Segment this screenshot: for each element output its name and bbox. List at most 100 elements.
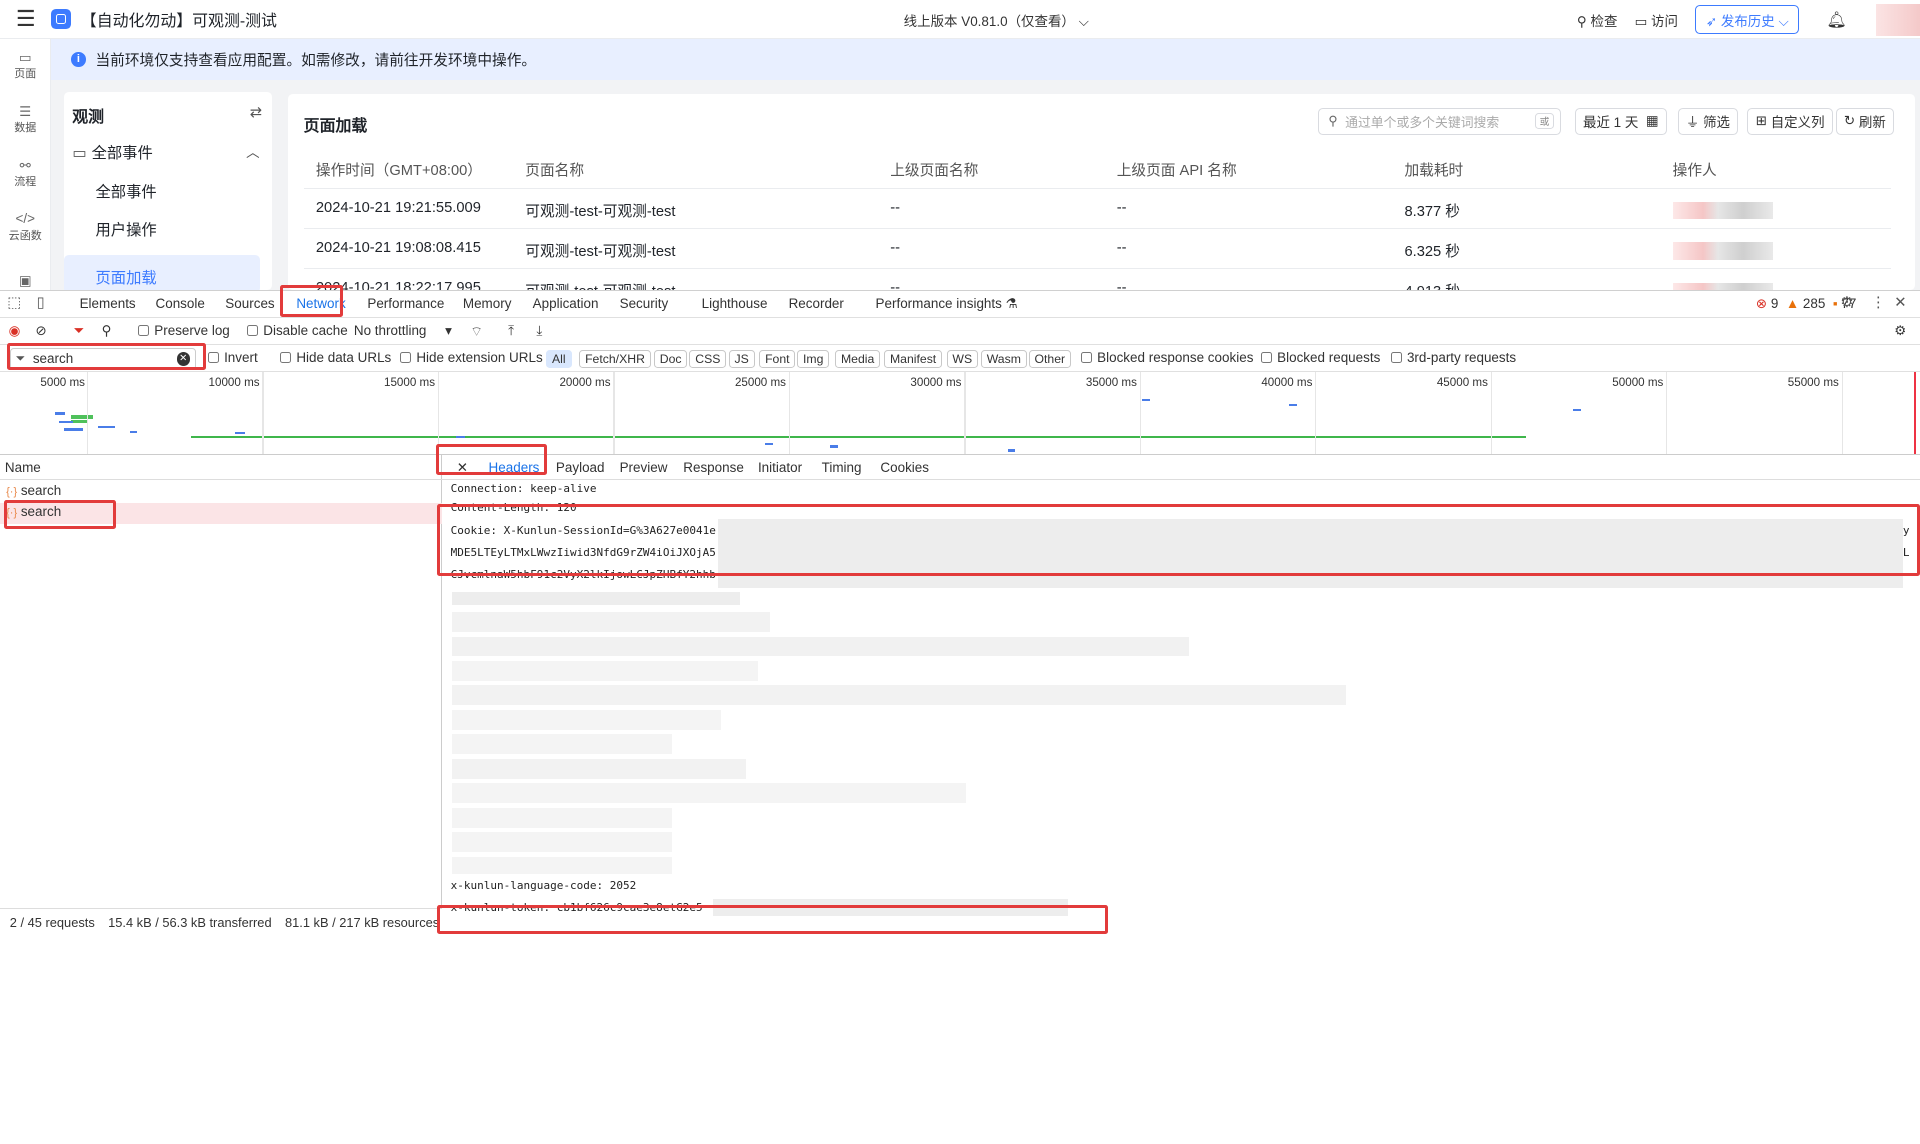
type-filter-manifest[interactable]: Manifest — [884, 349, 943, 369]
import-har-icon[interactable]: ⤒ — [508, 323, 514, 339]
rail-item-pages[interactable]: ▭ 页面 — [0, 39, 50, 93]
tab-console[interactable]: Console — [156, 296, 205, 311]
device-toolbar-icon[interactable]: ▯ — [37, 294, 45, 311]
tab-application[interactable]: Application — [533, 296, 599, 311]
hide-data-urls-checkbox[interactable]: Hide data URLs — [280, 350, 391, 365]
network-settings-icon[interactable]: ⚙ — [1894, 323, 1906, 339]
filter-funnel-icon[interactable]: ⏷ — [73, 323, 84, 339]
network-overview-timeline[interactable]: 5000 ms 10000 ms 15000 ms 20000 ms 25000 ms 3… — [0, 372, 1920, 456]
visit-button[interactable]: ▭ 访问 — [1635, 10, 1678, 30]
timeline-bar — [765, 443, 773, 446]
tab-recorder[interactable]: Recorder — [789, 296, 844, 311]
chevron-up-icon[interactable]: ︿ — [246, 141, 259, 161]
hide-extension-urls-checkbox[interactable]: Hide extension URLs — [400, 350, 543, 365]
page-load-table: 操作时间（GMT+08:00） 页面名称 上级页面名称 上级页面 API 名称 … — [303, 148, 1891, 310]
nav-item-user-actions[interactable]: 用户操作 — [95, 218, 156, 240]
tab-payload[interactable]: Payload — [556, 460, 605, 475]
close-icon[interactable]: ✕ — [1894, 294, 1906, 311]
calendar-icon: ▦ — [1645, 113, 1659, 129]
menu-icon[interactable]: ☰ — [0, 6, 51, 32]
tab-sources[interactable]: Sources — [225, 296, 274, 311]
timeline-bar — [1289, 403, 1297, 407]
network-conditions-icon[interactable]: ⌔ — [470, 323, 483, 340]
filter-icon: ⏷ — [15, 350, 26, 365]
tab-preview[interactable]: Preview — [620, 460, 668, 475]
filter-button[interactable]: ⏚ 筛选 — [1677, 107, 1739, 135]
custom-columns-button[interactable]: ⊞ 自定义列 — [1747, 107, 1833, 135]
tab-performance-insights[interactable]: Performance insights ⚗ — [876, 296, 1018, 312]
tab-network[interactable]: Network — [296, 296, 345, 311]
search-icon: ⚲ — [1328, 113, 1338, 129]
type-filter-ws[interactable]: WS — [946, 349, 979, 369]
blocked-requests-checkbox[interactable]: Blocked requests — [1261, 350, 1380, 365]
table-row[interactable]: 2024-10-21 19:08:08.415 可观测-test-可观测-tes… — [303, 229, 1891, 270]
rail-item-flow[interactable]: ⚯ 流程 — [0, 147, 50, 201]
type-filter-font[interactable]: Font — [759, 349, 796, 369]
checkbox-icon — [138, 325, 150, 337]
disable-cache-checkbox[interactable]: Disable cache — [247, 323, 348, 338]
nav-item-page-load[interactable]: 页面加载 — [95, 266, 156, 288]
third-party-checkbox[interactable]: 3rd-party requests — [1391, 350, 1516, 365]
timeline-load-marker — [1913, 372, 1917, 455]
refresh-button[interactable]: ↻ 刷新 — [1835, 107, 1895, 135]
search-network-icon[interactable]: ⚲ — [102, 323, 112, 339]
type-filter-js[interactable]: JS — [728, 349, 755, 369]
tab-security[interactable]: Security — [620, 296, 669, 311]
avatar[interactable] — [1875, 3, 1920, 36]
tab-lighthouse[interactable]: Lighthouse — [702, 296, 768, 311]
or-toggle[interactable]: 或 — [1534, 113, 1555, 130]
preserve-log-checkbox[interactable]: Preserve log — [138, 323, 230, 338]
switch-icon[interactable]: ⇄ — [250, 104, 262, 121]
gear-icon[interactable]: ⚙ — [1840, 294, 1853, 311]
version-selector[interactable]: 线上版本 V0.81.0（仅查看） ⌵ — [904, 10, 1089, 30]
type-filter-fetch[interactable]: Fetch/XHR — [579, 349, 651, 369]
tab-elements[interactable]: Elements — [80, 296, 136, 311]
close-detail-icon[interactable]: ✕ — [457, 460, 468, 476]
blocked-cookies-checkbox[interactable]: Blocked response cookies — [1081, 350, 1253, 365]
rail-item-data[interactable]: ☰ 数据 — [0, 93, 50, 147]
more-vert-icon[interactable]: ⋮ — [1871, 294, 1886, 311]
rail-item-cloud-function[interactable]: </> 云函数 — [0, 201, 50, 255]
timeline-gridline — [788, 372, 791, 455]
throttling-select[interactable]: No throttling ▾ — [354, 323, 452, 339]
type-filter-img[interactable]: Img — [797, 349, 830, 369]
tab-timing[interactable]: Timing — [822, 460, 862, 475]
nav-group-all-events[interactable]: ▭ 全部事件 — [72, 141, 153, 163]
clear-filter-icon[interactable]: ✕ — [176, 352, 190, 366]
type-filter-other[interactable]: Other — [1028, 349, 1071, 369]
column-name-header[interactable]: Name — [0, 455, 443, 480]
clear-icon[interactable]: ⊘ — [36, 323, 47, 339]
request-row-selected[interactable]: {·} search — [0, 503, 443, 524]
type-filter-wasm[interactable]: Wasm — [980, 349, 1027, 369]
timeline-bar — [71, 419, 89, 424]
tab-cookies[interactable]: Cookies — [880, 460, 929, 475]
time-range-picker[interactable]: 最近 1 天 ▦ — [1574, 107, 1667, 135]
export-har-icon[interactable]: ⤓ — [536, 323, 542, 339]
type-filter-css[interactable]: CSS — [689, 349, 727, 369]
publish-history-button[interactable]: ➶ 发布历史 ⌵ — [1695, 4, 1800, 35]
filter-input[interactable]: ⏷ search ✕ — [9, 347, 196, 370]
tab-performance[interactable]: Performance — [367, 296, 444, 311]
search-placeholder: 通过单个或多个关键词搜索 — [1345, 114, 1500, 130]
keyword-search-input[interactable]: ⚲ 通过单个或多个关键词搜索 或 — [1317, 107, 1562, 135]
table-row[interactable]: 2024-10-21 19:21:55.009 可观测-test-可观测-tes… — [303, 189, 1891, 229]
timeline-tick-label: 50000 ms — [1612, 375, 1664, 389]
type-filter-all[interactable]: All — [546, 349, 572, 369]
bell-icon[interactable]: 🔔︎ — [1826, 10, 1846, 30]
cookie-line2-tail: L — [1902, 545, 1910, 559]
request-row[interactable]: {·} search — [0, 482, 442, 503]
inspect-button[interactable]: ⚲ 检查 — [1577, 10, 1618, 30]
record-icon[interactable]: ◉ — [9, 323, 21, 339]
invert-checkbox[interactable]: Invert — [208, 350, 258, 365]
xhr-icon: {·} — [6, 486, 18, 499]
tab-headers[interactable]: Headers — [489, 460, 540, 475]
type-filter-doc[interactable]: Doc — [653, 349, 688, 369]
tab-memory[interactable]: Memory — [463, 296, 512, 311]
network-filter-bar: ⏷ search ✕ Invert Hide data URLs Hide ex… — [0, 345, 1920, 373]
timeline-tick-label: 40000 ms — [1261, 375, 1313, 389]
tab-initiator[interactable]: Initiator — [758, 460, 802, 475]
tab-response[interactable]: Response — [683, 460, 744, 475]
type-filter-media[interactable]: Media — [835, 349, 881, 369]
inspect-element-icon[interactable]: ⬚ — [7, 294, 21, 311]
nav-item-all-events[interactable]: 全部事件 — [95, 180, 156, 202]
